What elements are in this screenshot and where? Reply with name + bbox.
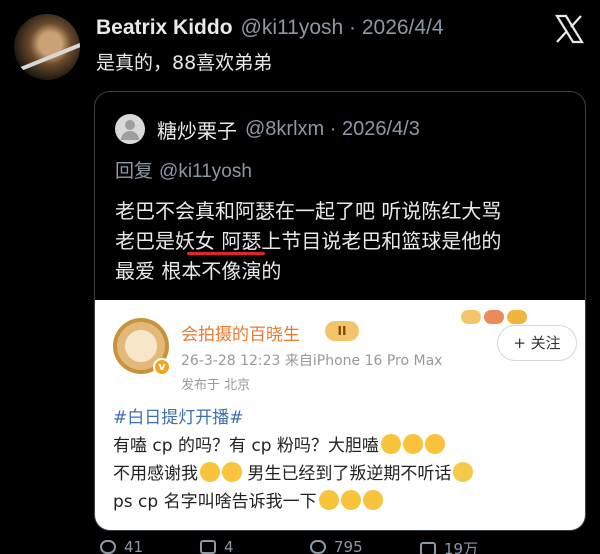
retweet-icon: [200, 540, 216, 554]
emoji-icon: [318, 490, 339, 510]
hashtag: #白日提灯开播#: [113, 408, 244, 428]
weibo-line: 有嗑 cp 的吗？有 cp 粉吗？大胆嗑: [113, 432, 473, 460]
tweet-text: 是真的，88喜欢弟弟: [96, 52, 273, 74]
emoji-icon: [200, 462, 220, 482]
author-name[interactable]: Beatrix Kiddo: [96, 16, 233, 40]
quote-header: 糖炒栗子 @8krlxm · 2026/4/3: [115, 114, 420, 144]
quote-author-name[interactable]: 糖炒栗子: [157, 115, 237, 144]
weibo-meta: 26-3-28 12:23 来自iPhone 16 Pro Max: [181, 353, 443, 369]
quote-handle-date[interactable]: @8krlxm · 2026/4/3: [245, 118, 420, 141]
tweet-header: Beatrix Kiddo @ki11yosh · 2026/4/4: [96, 16, 444, 40]
emoji-icon: [340, 490, 361, 510]
weibo-line: ps cp 名字叫啥告诉我一下: [113, 488, 473, 516]
weibo-avatar: v: [113, 318, 171, 376]
views-button[interactable]: 19万: [420, 538, 478, 554]
weibo-screenshot: v 会拍摄的百晓生 II 26-3-28 12:23 来自iPhone 16 P…: [95, 300, 585, 530]
verified-icon: v: [153, 358, 171, 376]
quote-body: 老巴不会真和阿瑟在一起了吧 听说陈红大骂 老巴是妖女 阿瑟上节目说老巴和篮球是他…: [115, 196, 501, 286]
reply-to: 回复 @ki11yosh: [115, 156, 252, 183]
badge-icons: [461, 310, 527, 324]
reply-icon: [100, 540, 116, 554]
weibo-username: 会拍摄的百晓生: [181, 325, 300, 345]
retweet-button[interactable]: 4: [200, 538, 234, 554]
emoji-icon: [222, 462, 242, 482]
emoji-icon: [362, 490, 383, 510]
author-avatar[interactable]: [14, 14, 80, 80]
weibo-line: 不用感谢我 男生已经到了叛逆期不听话: [113, 460, 474, 488]
weibo-location: 发布于 北京: [181, 378, 251, 393]
reply-label: 回复: [115, 160, 160, 182]
level-badge: II: [325, 321, 359, 341]
author-handle-date[interactable]: @ki11yosh · 2026/4/4: [241, 16, 444, 40]
action-bar: 41 4 795 19万: [0, 538, 600, 554]
default-avatar-icon[interactable]: [115, 114, 145, 144]
quote-line: 最爱 根本不像演的: [115, 259, 282, 283]
heart-icon: [310, 540, 326, 554]
reply-handle-link[interactable]: @ki11yosh: [159, 161, 252, 182]
quote-line: 老巴不会真和阿瑟在一起了吧 听说陈红大骂: [115, 199, 502, 223]
quote-line: 老巴是妖女 阿瑟上节目说老巴和篮球是他的: [115, 229, 502, 253]
red-underline-mark: [187, 252, 265, 255]
weibo-text: #白日提灯开播# 有嗑 cp 的吗？有 cp 粉吗？大胆嗑 不用感谢我 男生已经…: [113, 404, 474, 516]
emoji-icon: [453, 462, 474, 482]
like-button[interactable]: 795: [310, 538, 363, 554]
emoji-icon: [380, 434, 401, 454]
x-logo-icon[interactable]: [554, 14, 584, 44]
reply-button[interactable]: 41: [100, 538, 143, 554]
emoji-icon: [402, 434, 423, 454]
follow-button: + 关注: [497, 325, 577, 361]
views-icon: [420, 541, 436, 554]
tweet: Beatrix Kiddo @ki11yosh · 2026/4/4 是真的，8…: [0, 0, 600, 554]
emoji-icon: [424, 434, 445, 454]
quoted-tweet[interactable]: 糖炒栗子 @8krlxm · 2026/4/3 回复 @ki11yosh 老巴不…: [94, 91, 586, 531]
